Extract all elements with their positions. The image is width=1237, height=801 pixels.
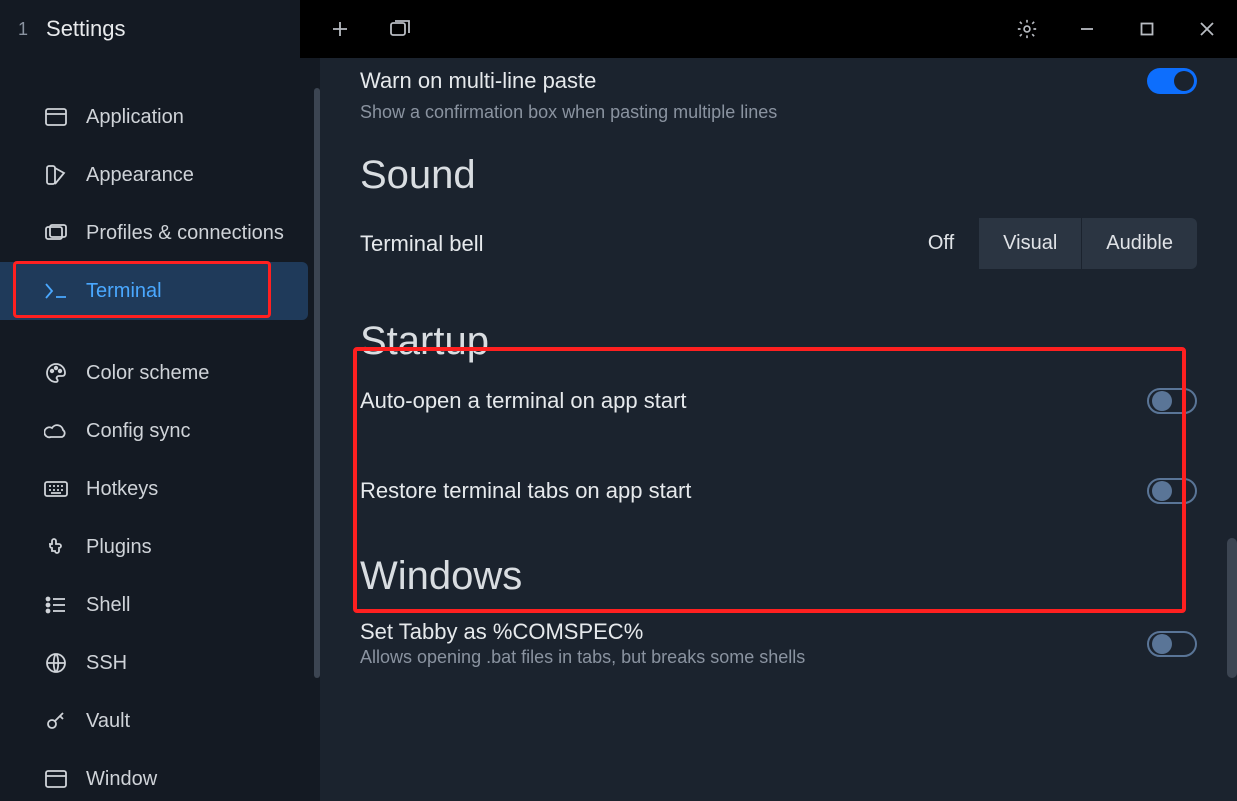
tab-title: Settings [46, 16, 126, 42]
sidebar-item-hotkeys[interactable]: Hotkeys [0, 460, 320, 518]
minimize-button[interactable] [1057, 0, 1117, 58]
cloud-icon [44, 419, 68, 443]
sidebar-item-plugins[interactable]: Plugins [0, 518, 320, 576]
content-scrollbar[interactable] [1227, 538, 1237, 678]
setting-comspec-desc: Allows opening .bat files in tabs, but b… [360, 647, 805, 668]
new-tab-button[interactable] [310, 0, 370, 58]
titlebar-strip [300, 0, 1237, 58]
sidebar-item-label: Terminal [86, 280, 162, 303]
window-icon [44, 105, 68, 129]
sidebar-item-label: Shell [86, 594, 130, 617]
setting-warn-paste: Warn on multi-line paste [360, 58, 1197, 100]
terminal-icon [44, 279, 68, 303]
sidebar-item-label: Vault [86, 710, 130, 733]
sidebar-item-shell[interactable]: Shell [0, 576, 320, 634]
toggle-comspec[interactable] [1147, 631, 1197, 657]
sidebar-item-configsync[interactable]: Config sync [0, 402, 320, 460]
swatch-icon [44, 163, 68, 187]
setting-terminal-bell-label: Terminal bell [360, 231, 484, 257]
content-pane: Warn on multi-line paste Show a confirma… [320, 58, 1237, 801]
sidebar-item-application[interactable]: Application [0, 88, 320, 146]
close-button[interactable] [1177, 0, 1237, 58]
sidebar-item-window[interactable]: Window [0, 750, 320, 801]
seg-option-audible[interactable]: Audible [1082, 218, 1197, 269]
globe-icon [44, 651, 68, 675]
setting-desc: Show a confirmation box when pasting mul… [360, 102, 1197, 123]
sidebar-item-label: Profiles & connections [86, 222, 284, 245]
sidebar-item-label: SSH [86, 652, 127, 675]
sidebar-item-appearance[interactable]: Appearance [0, 146, 320, 204]
setting-title: Warn on multi-line paste [360, 68, 596, 94]
section-windows: Windows [360, 554, 1197, 599]
maximize-button[interactable] [1117, 0, 1177, 58]
toggle-auto-open[interactable] [1147, 388, 1197, 414]
sidebar-item-label: Plugins [86, 536, 152, 559]
tab-index: 1 [18, 19, 28, 40]
titlebar: 1 Settings [0, 0, 1237, 58]
segmented-terminal-bell: Off Visual Audible [904, 218, 1197, 269]
section-sound: Sound [360, 153, 1197, 198]
sidebar-item-profiles[interactable]: Profiles & connections [0, 204, 320, 262]
tab-settings[interactable]: 1 Settings [0, 0, 300, 58]
seg-option-visual[interactable]: Visual [979, 218, 1081, 269]
toggle-restore-tabs[interactable] [1147, 478, 1197, 504]
toggle-warn-paste[interactable] [1147, 68, 1197, 94]
section-startup: Startup [360, 319, 1197, 364]
sidebar-item-terminal[interactable]: Terminal [0, 262, 308, 320]
palette-icon [44, 361, 68, 385]
sidebar-item-label: Hotkeys [86, 478, 158, 501]
sidebar-item-label: Application [86, 106, 184, 129]
sidebar-item-colorscheme[interactable]: Color scheme [0, 344, 320, 402]
key-icon [44, 709, 68, 733]
panels-icon [44, 221, 68, 245]
setting-auto-open-label: Auto-open a terminal on app start [360, 388, 687, 414]
sidebar-item-label: Config sync [86, 420, 191, 443]
list-icon [44, 593, 68, 617]
tabs-dropdown-button[interactable] [370, 0, 430, 58]
keyboard-icon [44, 477, 68, 501]
sidebar-item-vault[interactable]: Vault [0, 692, 320, 750]
window-icon [44, 767, 68, 791]
seg-option-off[interactable]: Off [904, 218, 978, 269]
sidebar: Application Appearance Profiles & connec… [0, 58, 320, 801]
setting-restore-tabs-label: Restore terminal tabs on app start [360, 478, 691, 504]
sidebar-item-label: Color scheme [86, 362, 209, 385]
settings-gear-button[interactable] [997, 0, 1057, 58]
sidebar-item-label: Window [86, 768, 157, 791]
puzzle-icon [44, 535, 68, 559]
setting-comspec-title: Set Tabby as %COMSPEC% [360, 619, 805, 645]
sidebar-item-ssh[interactable]: SSH [0, 634, 320, 692]
sidebar-item-label: Appearance [86, 164, 194, 187]
